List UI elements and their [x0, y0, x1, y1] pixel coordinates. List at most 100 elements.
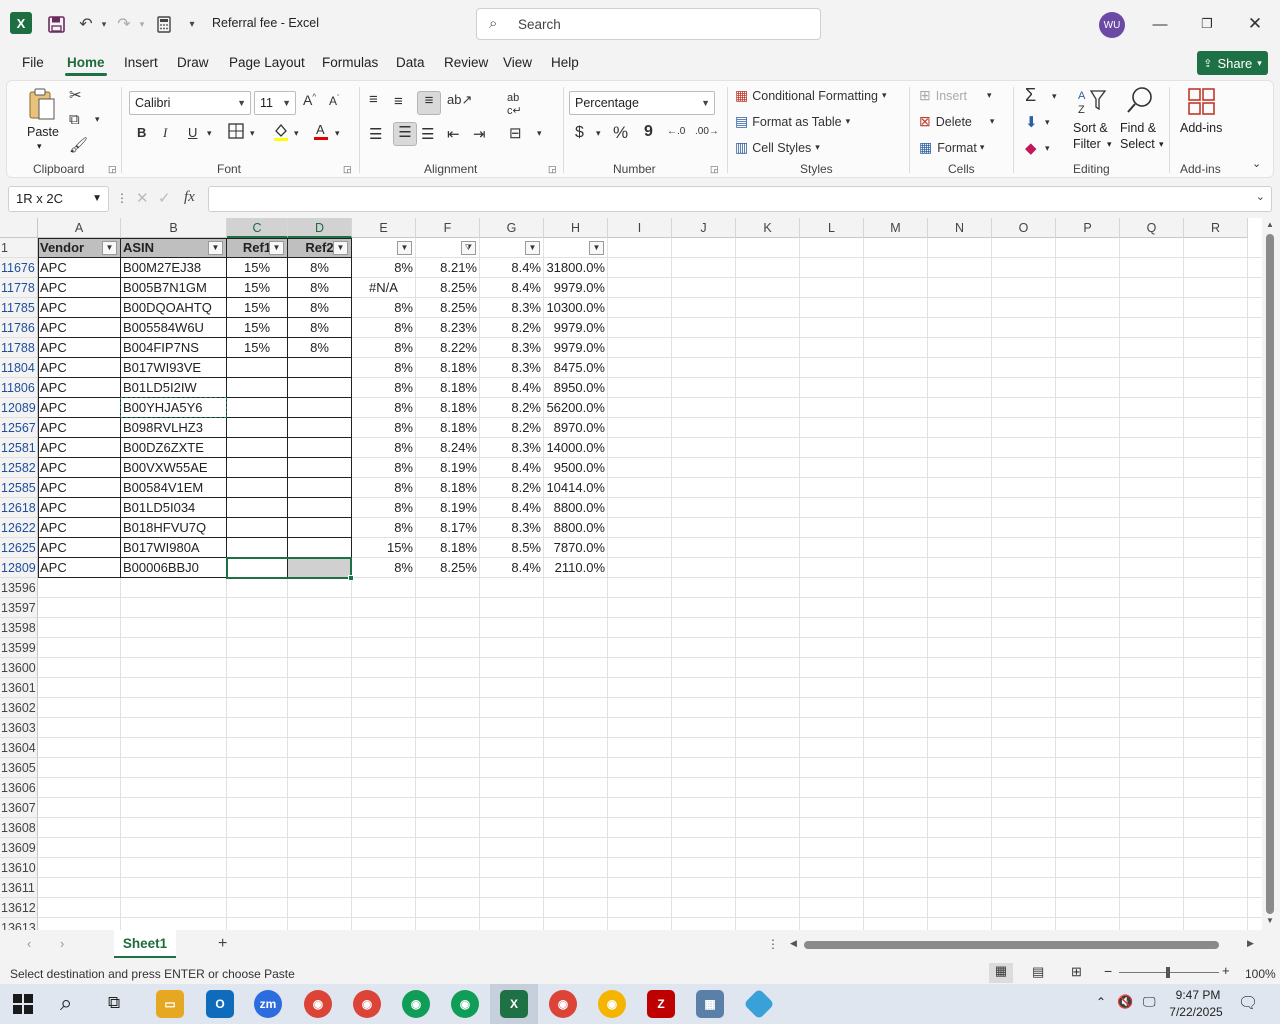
ref1-cell[interactable] [227, 358, 287, 378]
percent-icon[interactable]: % [613, 123, 628, 143]
value-cell[interactable]: 8.4% [480, 258, 543, 278]
filter-dropdown-icon[interactable]: ▼ [589, 241, 604, 255]
row-header[interactable]: 13613 [0, 918, 38, 930]
row-header[interactable]: 12581 [0, 438, 38, 458]
bold-button[interactable]: B [137, 125, 146, 140]
font-color-dropdown-icon[interactable]: ▾ [335, 128, 340, 139]
vendor-cell[interactable]: APC [38, 298, 120, 318]
collapse-ribbon-icon[interactable]: ⌄ [1252, 157, 1261, 170]
tab-home[interactable]: Home [65, 55, 107, 76]
value-cell[interactable]: 8% [352, 318, 415, 338]
italic-button[interactable]: I [163, 125, 167, 141]
value-cell[interactable]: 8% [352, 358, 415, 378]
ref2-cell[interactable] [288, 378, 351, 398]
windows-start-icon[interactable] [13, 994, 33, 1017]
insert-function-icon[interactable]: fx [184, 189, 195, 206]
font-launcher-icon[interactable]: ◲ [343, 164, 352, 175]
decrease-font-icon[interactable]: Aˇ [329, 94, 339, 108]
chrome-profile-5-icon[interactable]: ◉ [549, 990, 577, 1018]
add-sheet-icon[interactable]: + [218, 935, 227, 953]
column-header[interactable]: I [608, 218, 672, 238]
next-sheet-icon[interactable]: › [60, 936, 64, 951]
row-header[interactable]: 13612 [0, 898, 38, 918]
value-cell[interactable]: 8% [352, 458, 415, 478]
tab-file[interactable]: File [22, 55, 44, 70]
ref2-cell[interactable]: 8% [288, 338, 351, 358]
value-cell[interactable]: 8800.0% [544, 498, 607, 518]
value-cell[interactable]: 9979.0% [544, 278, 607, 298]
asin-cell[interactable]: B098RVLHZ3 [121, 418, 226, 438]
column-header[interactable]: Q [1120, 218, 1184, 238]
ref1-cell[interactable] [227, 498, 287, 518]
restore-icon[interactable]: ❐ [1192, 10, 1222, 38]
orientation-icon[interactable]: ab↗ [447, 92, 472, 108]
close-icon[interactable]: ✕ [1240, 10, 1270, 38]
value-cell[interactable]: 10414.0% [544, 478, 607, 498]
value-cell[interactable]: 8.18% [416, 398, 479, 418]
value-cell[interactable]: 56200.0% [544, 398, 607, 418]
asin-cell[interactable]: B00M27EJ38 [121, 258, 226, 278]
value-cell[interactable]: 8% [352, 498, 415, 518]
ref1-cell[interactable] [227, 538, 287, 558]
row-header[interactable]: 13598 [0, 618, 38, 638]
normal-view-icon[interactable]: ▦ [989, 963, 1013, 983]
row-header[interactable]: 11786 [0, 318, 38, 338]
font-name-combo[interactable]: Calibri ▼ [129, 91, 251, 115]
worksheet-grid[interactable]: A B C D E F G H I J K L M N O P Q R 1 11676 11778 11785 11786 1… [0, 218, 1262, 930]
ref2-cell[interactable] [288, 398, 351, 418]
row-header[interactable]: 11788 [0, 338, 38, 358]
formula-input[interactable]: ⌄ [208, 186, 1272, 212]
ref2-cell[interactable]: 8% [288, 298, 351, 318]
file-explorer-icon[interactable]: ▭ [156, 990, 184, 1018]
value-cell[interactable]: 8% [352, 258, 415, 278]
expand-formula-icon[interactable]: ⌄ [1256, 190, 1265, 203]
filter-dropdown-icon[interactable]: ▼ [269, 241, 284, 255]
select-all-corner[interactable] [0, 218, 38, 238]
value-cell[interactable]: 8.18% [416, 478, 479, 498]
number-format-combo[interactable]: Percentage ▼ [569, 91, 715, 115]
column-header[interactable]: O [992, 218, 1056, 238]
filter-dropdown-icon[interactable]: ▼ [333, 241, 348, 255]
zoom-icon[interactable]: zm [254, 990, 282, 1018]
value-cell[interactable]: 8% [352, 378, 415, 398]
vendor-cell[interactable]: APC [38, 398, 120, 418]
value-cell[interactable]: 2110.0% [544, 558, 607, 578]
column-header[interactable]: N [928, 218, 992, 238]
scroll-left-icon[interactable]: ◀ [790, 938, 797, 949]
align-center-icon[interactable]: ☰ [393, 122, 417, 146]
value-cell[interactable]: 8% [352, 338, 415, 358]
fill-color-icon[interactable] [273, 122, 289, 146]
value-cell[interactable]: 8.18% [416, 358, 479, 378]
cell-styles-button[interactable]: ▥ Cell Styles ▾ [735, 139, 820, 156]
row-header[interactable]: 12089 [0, 398, 38, 418]
row-header[interactable]: 11806 [0, 378, 38, 398]
row-header[interactable]: 12625 [0, 538, 38, 558]
font-color-icon[interactable]: A [313, 121, 329, 145]
row-header[interactable]: 11804 [0, 358, 38, 378]
taskbar-date[interactable]: 7/22/2025 [1166, 1005, 1226, 1019]
tab-help[interactable]: Help [551, 55, 579, 70]
value-cell[interactable]: 8.3% [480, 438, 543, 458]
ref1-cell[interactable] [227, 398, 287, 418]
align-middle-icon[interactable]: ≡ [394, 93, 403, 110]
excel-taskbar-icon[interactable]: X [500, 990, 528, 1018]
calculator-taskbar-icon[interactable]: ▦ [696, 990, 724, 1018]
value-cell[interactable]: 8475.0% [544, 358, 607, 378]
asin-cell[interactable]: B004FIP7NS [121, 338, 226, 358]
ref1-cell[interactable]: 15% [227, 278, 287, 298]
vendor-cell[interactable]: APC [38, 358, 120, 378]
row-header[interactable]: 13609 [0, 838, 38, 858]
horizontal-scroll-thumb[interactable] [804, 941, 1219, 949]
ref2-cell[interactable]: 8% [288, 258, 351, 278]
asin-cell[interactable]: B01LD5I2IW [121, 378, 226, 398]
row-header[interactable]: 13602 [0, 698, 38, 718]
filter-dropdown-icon[interactable]: ▼ [102, 241, 117, 255]
vendor-cell[interactable]: APC [38, 438, 120, 458]
asin-cell[interactable]: B00006BBJ0 [121, 558, 226, 578]
autosum-icon[interactable]: Σ [1025, 85, 1036, 106]
row-header[interactable]: 13610 [0, 858, 38, 878]
filter-dropdown-icon[interactable]: ▼ [397, 241, 412, 255]
ref2-cell[interactable] [288, 438, 351, 458]
row-header[interactable]: 12618 [0, 498, 38, 518]
value-cell[interactable]: 8.24% [416, 438, 479, 458]
